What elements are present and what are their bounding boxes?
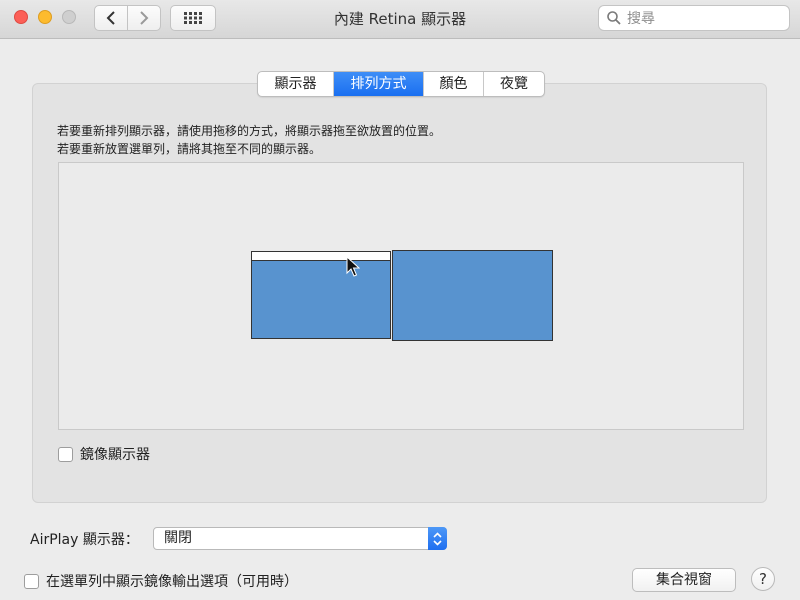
zoom-window-button[interactable] [62,10,76,24]
main-display[interactable] [251,251,391,339]
secondary-display[interactable] [392,250,553,341]
minimize-window-button[interactable] [38,10,52,24]
back-button[interactable] [94,5,128,31]
mirror-displays-label: 鏡像顯示器 [80,447,150,463]
gather-windows-button[interactable]: 集合視窗 [632,568,736,592]
tab-night-shift[interactable]: 夜覽 [484,72,544,96]
help-button[interactable]: ? [751,567,775,591]
display-arrangement-area [58,162,744,430]
menu-bar-mirroring-checkbox[interactable] [24,573,39,589]
tab-bar: 顯示器 排列方式 顏色 夜覽 [257,71,545,97]
close-window-button[interactable] [14,10,28,24]
search-field[interactable]: 搜尋 [598,5,790,31]
mirror-displays-row[interactable]: 鏡像顯示器 [58,444,150,464]
forward-button[interactable] [127,5,161,31]
airplay-selected-value: 關閉 [164,530,192,546]
airplay-select[interactable]: 關閉 [153,527,447,550]
airplay-label: AirPlay 顯示器： [30,532,139,548]
mouse-pointer-icon [346,256,360,277]
select-stepper[interactable] [428,527,447,550]
mirror-displays-checkbox[interactable] [58,446,73,462]
window-title: 內建 Retina 顯示器 [333,10,467,28]
search-placeholder: 搜尋 [627,11,655,27]
arrange-instruction: 若要重新排列顯示器，請使用拖移的方式，將顯示器拖至欲放置的位置。 [57,124,442,138]
tab-display[interactable]: 顯示器 [258,72,334,96]
tab-color[interactable]: 顏色 [424,72,484,96]
search-icon [607,11,621,25]
title-bar: 內建 Retina 顯示器 搜尋 [0,0,800,39]
show-all-button[interactable] [170,5,216,31]
tab-arrangement[interactable]: 排列方式 [334,72,424,96]
chevron-left-icon [106,11,115,25]
chevron-right-icon [140,11,149,25]
menu-bar-mirroring-row[interactable]: 在選單列中顯示鏡像輸出選項（可用時） [24,571,298,591]
menubar-instruction: 若要重新放置選單列，請將其拖至不同的顯示器。 [57,142,322,156]
chevron-up-down-icon [433,531,442,546]
menu-bar-handle[interactable] [252,252,390,261]
menu-bar-mirroring-label: 在選單列中顯示鏡像輸出選項（可用時） [46,574,298,590]
grid-icon [184,12,202,24]
